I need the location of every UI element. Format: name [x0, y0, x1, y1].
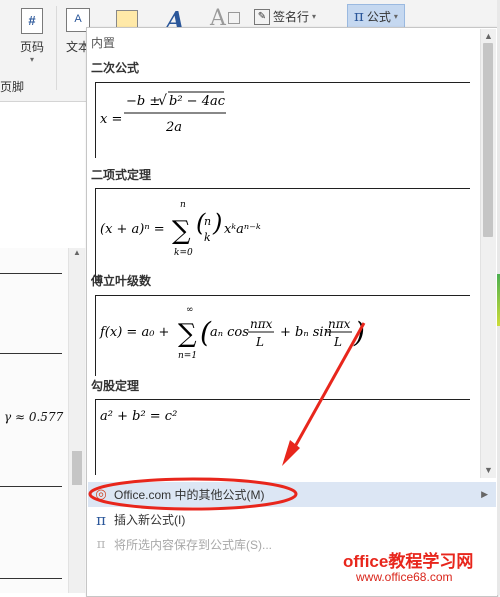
- save-to-gallery-icon: π: [96, 537, 106, 552]
- date-icon[interactable]: [228, 12, 240, 24]
- equation-label: 公式: [366, 9, 391, 24]
- pen-icon: ✎: [254, 8, 270, 25]
- gallery-scrollbar[interactable]: ▲ ▼: [480, 29, 496, 478]
- svg-text:n=1: n=1: [178, 351, 197, 361]
- equation-item-binomial[interactable]: (x + a)ⁿ = n ∑ k=0 ( n k ) xᵏaⁿ⁻ᵏ: [95, 188, 470, 279]
- equation-name: 勾股定理: [91, 379, 140, 393]
- scroll-up-icon[interactable]: ▲: [69, 248, 85, 257]
- equation-item-pythagorean[interactable]: a² + b² = c²: [95, 399, 470, 475]
- svg-text:2a: 2a: [165, 120, 182, 135]
- footer-group-label: 页脚: [0, 80, 25, 94]
- svg-text:+ bₙ sin: + bₙ sin: [280, 325, 332, 340]
- svg-text:): ): [212, 209, 222, 237]
- signature-line-button[interactable]: ✎ 签名行 ▾: [254, 8, 316, 25]
- pi-icon: π: [354, 7, 364, 25]
- doc-rule: [0, 353, 62, 354]
- equation-button[interactable]: π 公式 ▾: [347, 4, 405, 28]
- scroll-up-icon[interactable]: ▲: [482, 30, 495, 43]
- svg-text:k: k: [204, 231, 211, 244]
- signature-line-label: 签名行: [273, 10, 310, 24]
- watermark-title: office教程学习网: [343, 552, 474, 571]
- svg-text:): ): [353, 316, 365, 349]
- doc-rule: [0, 578, 62, 579]
- insert-new-label: 插入新公式(I): [114, 513, 186, 527]
- svg-text:nπx: nπx: [250, 317, 273, 331]
- svg-text:L: L: [333, 335, 342, 349]
- svg-text:(x + a)ⁿ =: (x + a)ⁿ =: [100, 222, 165, 237]
- scrollbar-thumb[interactable]: [72, 451, 82, 485]
- svg-text:L: L: [255, 335, 264, 349]
- svg-text:xᵏaⁿ⁻ᵏ: xᵏaⁿ⁻ᵏ: [224, 222, 261, 237]
- pi-icon: π: [96, 510, 106, 529]
- svg-text:b² − 4ac: b² − 4ac: [169, 94, 226, 109]
- doc-scrollbar[interactable]: ▲: [68, 248, 85, 593]
- svg-text:x =: x =: [100, 112, 122, 127]
- doc-rule: [0, 273, 62, 274]
- svg-text:k=0: k=0: [174, 248, 193, 258]
- chevron-right-icon: ▶: [481, 489, 488, 499]
- fourier-formula: f(x) = a₀ + ∞ ∑ n=1 ( aₙ cos nπx L + bₙ …: [99, 305, 365, 361]
- svg-text:−b ±: −b ±: [126, 94, 160, 109]
- svg-text:∑: ∑: [178, 319, 197, 349]
- svg-text:n: n: [204, 215, 211, 228]
- builtin-header: 内置: [91, 36, 116, 50]
- equation-item-fourier[interactable]: f(x) = a₀ + ∞ ∑ n=1 ( aₙ cos nπx L + bₙ …: [95, 295, 470, 376]
- menu-item-insert-new-equation[interactable]: π 插入新公式(I): [88, 507, 496, 532]
- equation-name: 傅立叶级数: [91, 274, 152, 288]
- equation-item-quadratic[interactable]: x = −b ± √ b² − 4ac 2a: [95, 82, 470, 158]
- binomial-formula: (x + a)ⁿ = n ∑ k=0 ( n k ) xᵏaⁿ⁻ᵏ: [100, 200, 261, 258]
- save-selection-label: 将所选内容保存到公式库(S)...: [114, 538, 272, 552]
- svg-text:aₙ cos: aₙ cos: [210, 325, 249, 340]
- watermark-url: www.office68.com: [356, 570, 453, 584]
- office-globe-icon: ◎: [95, 487, 107, 502]
- scroll-down-icon[interactable]: ▼: [482, 464, 495, 477]
- more-equations-label: Office.com 中的其他公式(M): [114, 488, 265, 502]
- chevron-down-icon: ▾: [312, 12, 317, 21]
- chevron-down-icon: ▾: [29, 55, 34, 64]
- equation-name: 二次公式: [91, 61, 140, 75]
- page-number-button[interactable]: # 页码 ▾: [16, 8, 48, 64]
- svg-text:∞: ∞: [186, 305, 194, 315]
- svg-text:√: √: [158, 93, 167, 109]
- equation-name: 二项式定理: [91, 168, 152, 182]
- svg-text:a² + b² = c²: a² + b² = c²: [100, 409, 177, 424]
- document-page[interactable]: γ ≈ 0.577 ▲: [0, 248, 88, 593]
- scrollbar-thumb[interactable]: [483, 43, 493, 237]
- svg-text:f(x) = a₀ +: f(x) = a₀ +: [99, 325, 169, 340]
- pythagorean-formula: a² + b² = c²: [100, 409, 177, 424]
- menu-item-more-equations[interactable]: ◎ Office.com 中的其他公式(M) ▶: [88, 482, 496, 507]
- doc-partial-formula: γ ≈ 0.577: [4, 410, 64, 424]
- page-number-label: 页码: [19, 40, 44, 54]
- svg-text:nπx: nπx: [328, 317, 351, 331]
- chevron-down-icon: ▾: [393, 11, 398, 21]
- equation-gallery-dropdown: 内置 ▲ ▼ 二次公式 x = −b ± √ b² − 4ac 2a 二项式定理…: [86, 27, 498, 597]
- quadratic-formula: x = −b ± √ b² − 4ac 2a: [100, 91, 226, 135]
- doc-rule: [0, 486, 62, 487]
- svg-text:∑: ∑: [172, 216, 191, 246]
- svg-text:n: n: [180, 200, 186, 210]
- page-number-icon: #: [21, 8, 43, 34]
